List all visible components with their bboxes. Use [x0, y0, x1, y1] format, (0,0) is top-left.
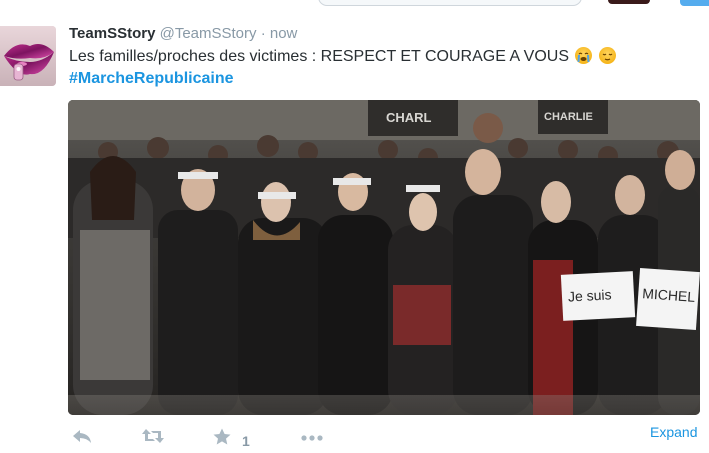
reply-icon[interactable] — [72, 428, 92, 449]
retweet-icon[interactable] — [141, 428, 165, 449]
tweet-compose-button[interactable] — [680, 0, 709, 6]
tweet-timestamp[interactable]: now — [270, 25, 298, 42]
background-sign-1: CHARL — [386, 110, 432, 125]
author-handle[interactable]: @TeamSStory — [160, 25, 257, 42]
tweet-text: Les familles/proches des victimes : RESP… — [69, 46, 689, 90]
favorite-count: 1 — [242, 433, 250, 449]
sign-left-text: Je suis — [568, 286, 612, 304]
crying-face-emoji — [575, 47, 593, 64]
separator-dot: · — [260, 25, 266, 42]
top-bar — [0, 0, 709, 10]
hashtag-link[interactable]: #MarcheRepublicaine — [69, 70, 234, 87]
tweet-actions: 1 — [68, 428, 708, 452]
tweet-photo[interactable]: CHARL CHARLIE Je suis MICHEL — [68, 100, 700, 415]
author-name[interactable]: TeamSStory — [69, 25, 155, 42]
more-dots-icon[interactable] — [300, 430, 324, 448]
tweet-body: Les familles/proches des victimes : RESP… — [69, 48, 570, 65]
background-sign-2: CHARLIE — [544, 111, 593, 123]
expand-link[interactable]: Expand — [650, 424, 697, 440]
star-icon[interactable] — [213, 428, 231, 450]
notification-thumbnail[interactable] — [608, 0, 650, 4]
avatar[interactable] — [0, 26, 56, 86]
relieved-face-emoji — [598, 47, 616, 64]
crowd-photo: CHARL CHARLIE Je suis MICHEL — [68, 100, 700, 415]
tweet-header: TeamSStory @TeamSStory · now — [69, 25, 297, 42]
search-input[interactable] — [318, 0, 582, 6]
avatar-lips-image — [0, 26, 56, 86]
